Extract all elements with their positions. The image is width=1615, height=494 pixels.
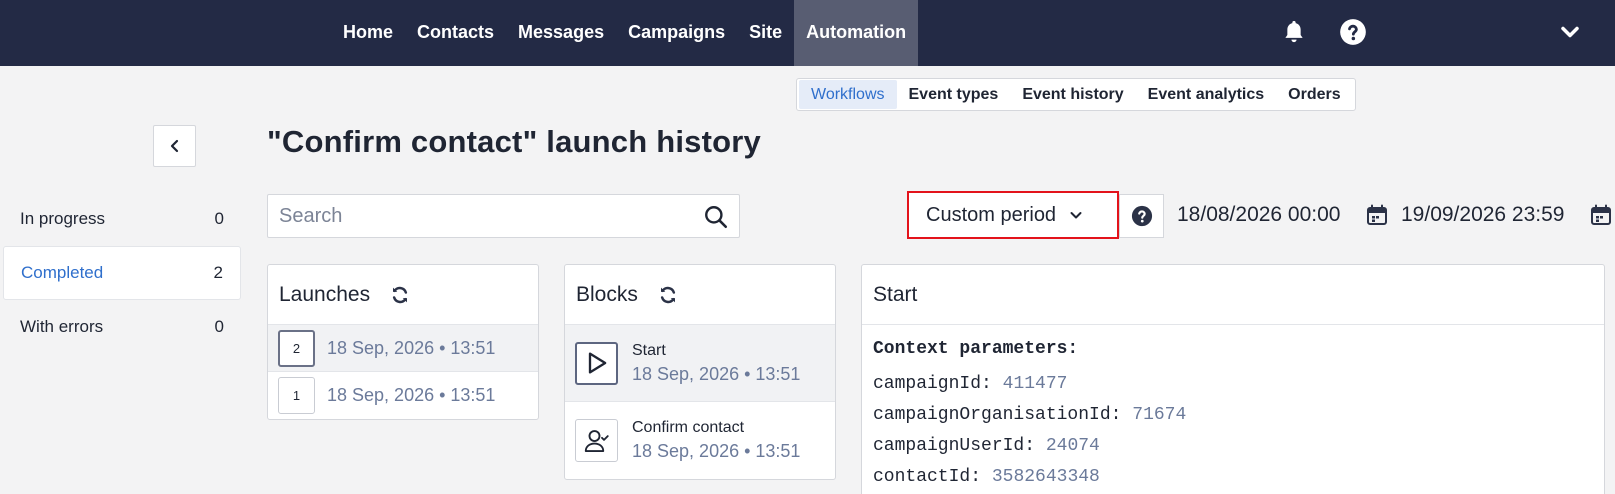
launches-panel: Launches 2 18 Sep, 2026 • 13:51 1 18 Sep… xyxy=(267,264,539,420)
panel-title: Blocks xyxy=(576,282,638,306)
launch-number: 2 xyxy=(278,329,315,367)
status-label: With errors xyxy=(20,317,104,336)
block-name: Start xyxy=(632,341,666,359)
param-value: 3582643348 xyxy=(991,467,1100,487)
search-icon[interactable] xyxy=(703,204,729,230)
launch-row[interactable]: 2 18 Sep, 2026 • 13:51 xyxy=(268,325,538,372)
panel-title: Start xyxy=(873,282,918,306)
search-box xyxy=(267,194,740,238)
status-filter-list: In progress 0 Completed 2 With errors 0 xyxy=(3,192,241,354)
chevron-down-icon xyxy=(1070,212,1082,219)
subnav-event-types[interactable]: Event types xyxy=(897,80,1011,109)
status-label: In progress xyxy=(20,209,106,228)
block-details-panel: Start Context parameters: campaignId: 41… xyxy=(861,264,1605,494)
param-key: campaignUserId: xyxy=(873,436,1036,456)
back-button[interactable] xyxy=(153,125,196,167)
automation-subnav: Workflows Event types Event history Even… xyxy=(796,78,1356,111)
date-to[interactable]: 19/09/2026 23:59 xyxy=(1401,203,1565,227)
status-item-with-errors[interactable]: With errors 0 xyxy=(3,300,241,354)
calendar-icon[interactable] xyxy=(1589,203,1613,227)
question-circle-icon[interactable] xyxy=(1339,18,1367,46)
panel-title: Launches xyxy=(279,282,371,306)
nav-item-home[interactable]: Home xyxy=(331,0,405,66)
param-key: campaignId: xyxy=(873,374,992,394)
block-row-start[interactable]: Start 18 Sep, 2026 • 13:51 xyxy=(565,325,835,402)
chevron-left-icon xyxy=(170,139,178,153)
status-item-in-progress[interactable]: In progress 0 xyxy=(3,192,241,246)
subnav-orders[interactable]: Orders xyxy=(1276,80,1352,109)
param-value: 24074 xyxy=(1045,436,1100,456)
context-param-row: campaignOrganisationId: 71674 xyxy=(862,400,1604,431)
user-check-icon xyxy=(575,419,618,462)
block-date: 18 Sep, 2026 • 13:51 xyxy=(632,441,801,461)
play-icon xyxy=(575,341,618,385)
main-nav: Home Contacts Messages Campaigns Site Au… xyxy=(331,0,919,66)
context-param-row: campaignId: 411477 xyxy=(862,369,1604,400)
refresh-icon[interactable] xyxy=(390,285,410,305)
period-help-button[interactable] xyxy=(1119,194,1164,238)
launches-header: Launches xyxy=(268,265,538,325)
question-circle-icon xyxy=(1131,205,1152,227)
bell-icon[interactable] xyxy=(1280,18,1308,46)
status-label: Completed xyxy=(21,263,104,282)
refresh-icon[interactable] xyxy=(658,285,678,305)
launch-date: 18 Sep, 2026 • 13:51 xyxy=(327,385,496,405)
date-from[interactable]: 18/08/2026 00:00 xyxy=(1177,203,1341,227)
status-count: 0 xyxy=(214,209,224,228)
chevron-down-icon[interactable] xyxy=(1556,18,1584,46)
status-count: 0 xyxy=(214,317,224,336)
launch-row[interactable]: 1 18 Sep, 2026 • 13:51 xyxy=(268,372,538,419)
context-param-row: contactId: 3582643348 xyxy=(862,462,1604,493)
calendar-icon[interactable] xyxy=(1365,203,1389,227)
top-navigation-bar: Home Contacts Messages Campaigns Site Au… xyxy=(0,0,1615,66)
period-dropdown[interactable]: Custom period xyxy=(907,191,1119,239)
page-title: "Confirm contact" launch history xyxy=(267,124,761,159)
blocks-header: Blocks xyxy=(565,265,835,325)
details-header: Start xyxy=(862,265,1604,325)
param-key: contactId: xyxy=(873,467,982,487)
context-param-row: campaignUserId: 24074 xyxy=(862,431,1604,462)
context-parameters-title: Context parameters: xyxy=(873,339,1079,359)
subnav-event-history[interactable]: Event history xyxy=(1010,80,1135,109)
nav-item-site[interactable]: Site xyxy=(737,0,794,66)
status-item-completed[interactable]: Completed 2 xyxy=(3,246,241,300)
block-row-confirm-contact[interactable]: Confirm contact 18 Sep, 2026 • 13:51 xyxy=(565,402,835,479)
block-name: Confirm contact xyxy=(632,419,745,436)
subnav-event-analytics[interactable]: Event analytics xyxy=(1136,80,1277,109)
block-date: 18 Sep, 2026 • 13:51 xyxy=(632,363,801,384)
nav-item-campaigns[interactable]: Campaigns xyxy=(616,0,737,66)
param-value: 71674 xyxy=(1132,405,1187,425)
search-input[interactable] xyxy=(268,195,668,237)
subnav-workflows[interactable]: Workflows xyxy=(799,80,897,109)
nav-item-automation[interactable]: Automation xyxy=(794,0,919,66)
launch-date: 18 Sep, 2026 • 13:51 xyxy=(327,337,496,358)
launch-number: 1 xyxy=(278,377,315,414)
nav-item-contacts[interactable]: Contacts xyxy=(405,0,506,66)
period-label: Custom period xyxy=(926,203,1057,226)
param-key: campaignOrganisationId: xyxy=(873,405,1122,425)
param-value: 411477 xyxy=(1002,374,1068,394)
status-count: 2 xyxy=(213,263,223,282)
nav-item-messages[interactable]: Messages xyxy=(506,0,616,66)
blocks-panel: Blocks Start 18 Sep, 2026 • 13:51 Confir… xyxy=(564,264,836,480)
